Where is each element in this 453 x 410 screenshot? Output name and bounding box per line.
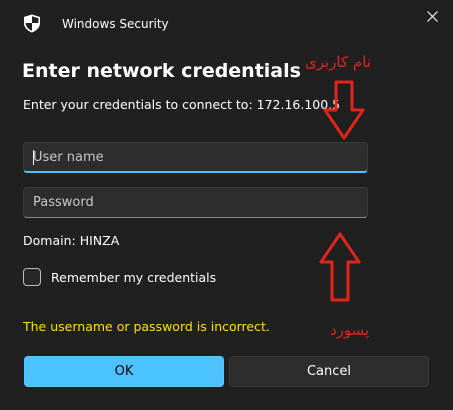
text-caret [33,150,34,165]
cancel-button[interactable]: Cancel [229,356,429,387]
close-icon [426,10,438,22]
shield-icon [23,14,41,33]
connection-prompt: Enter your credentials to connect to: 17… [23,97,341,112]
checkbox-box[interactable] [23,268,41,286]
remember-credentials-checkbox[interactable]: Remember my credentials [23,266,216,288]
ok-button[interactable]: OK [24,356,224,387]
credentials-dialog: Windows Security Enter network credentia… [0,0,453,410]
username-input[interactable] [23,142,368,173]
arrow-up-icon [319,232,361,302]
title-bar: Windows Security [0,0,453,44]
arrow-down-icon [323,80,365,140]
username-annotation: نام کاربری [305,53,371,71]
close-button[interactable] [417,2,447,30]
app-title: Windows Security [62,17,169,31]
domain-label: Domain: HINZA [23,233,120,248]
remember-label: Remember my credentials [51,269,217,285]
password-annotation: پسورد [330,321,370,339]
dialog-heading: Enter network credentials [22,60,301,82]
password-input[interactable] [23,187,368,218]
error-message: The username or password is incorrect. [23,319,270,334]
